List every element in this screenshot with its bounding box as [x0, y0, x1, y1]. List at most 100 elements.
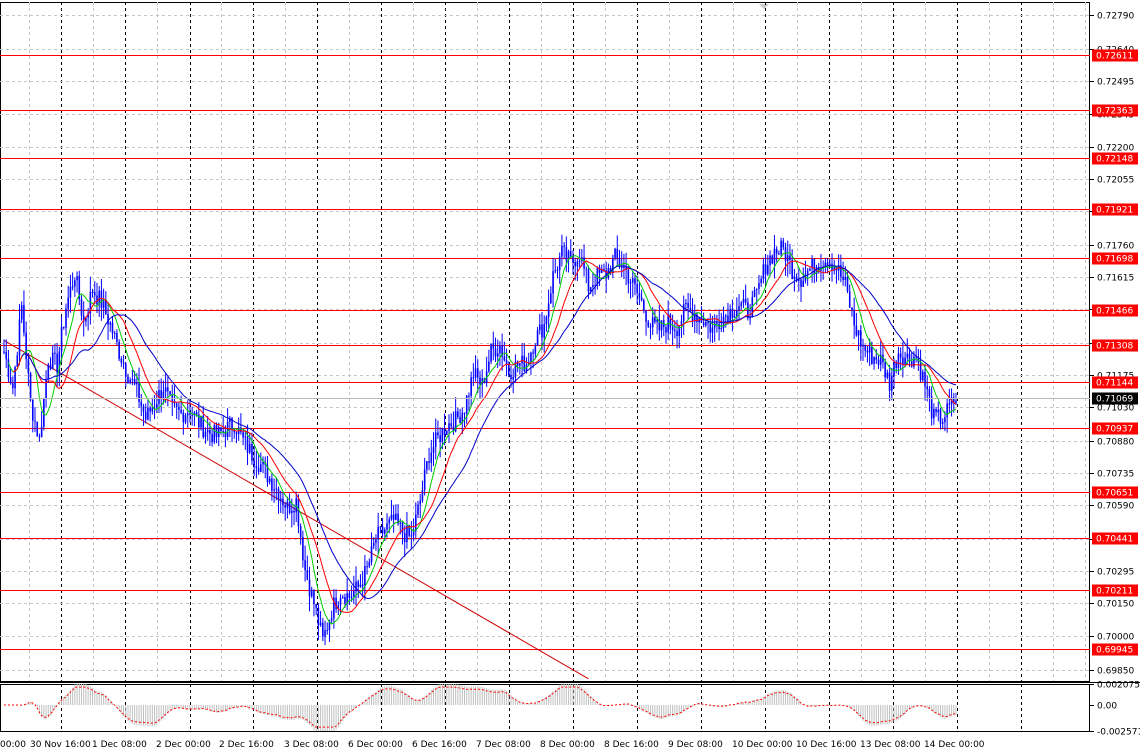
- candle-body: [127, 376, 129, 383]
- candle-body: [370, 545, 373, 562]
- candle-body: [315, 604, 317, 608]
- price-tick-label: 0.71760: [1097, 242, 1134, 252]
- candle-body: [933, 408, 935, 419]
- candle-body: [439, 435, 441, 442]
- candle-body: [552, 271, 554, 294]
- candle-body: [519, 363, 521, 366]
- candle-body: [20, 305, 23, 320]
- candle-body: [660, 320, 663, 331]
- candle-body: [140, 401, 143, 407]
- candle-body: [76, 276, 78, 281]
- candle-body: [884, 362, 886, 378]
- candle-body: [341, 596, 344, 599]
- candle-body: [60, 326, 63, 352]
- candle-body: [707, 322, 709, 324]
- candle-body: [809, 268, 811, 271]
- price-tick-label: 0.70295: [1097, 568, 1134, 578]
- candle-body: [862, 344, 864, 347]
- chart-root: 0.727900.726400.724950.723450.722000.720…: [0, 0, 1140, 754]
- candle-body: [868, 346, 871, 353]
- candle-body: [767, 265, 769, 275]
- candle-body: [490, 343, 492, 362]
- candle-body: [242, 432, 244, 438]
- candle-body: [877, 359, 880, 365]
- candle-body: [640, 297, 643, 301]
- candle-body: [948, 403, 951, 405]
- price-tick-label: 0.72055: [1097, 176, 1134, 186]
- candle-body: [29, 373, 32, 400]
- candle-body: [62, 326, 65, 328]
- candle-body: [282, 498, 284, 505]
- ma-mid-line: [12, 260, 957, 614]
- candle-body: [649, 326, 652, 328]
- candle-body: [291, 510, 293, 513]
- candle-body: [749, 317, 751, 319]
- candle-body: [634, 278, 636, 285]
- time-label: 6 Dec 00:00: [348, 740, 403, 750]
- time-label: 8 Dec 00:00: [540, 740, 595, 750]
- candle-body: [49, 364, 52, 369]
- candle-body: [3, 351, 5, 353]
- candle-body: [443, 428, 446, 435]
- candle-body: [297, 498, 300, 527]
- candle-body: [503, 356, 506, 361]
- candle-body: [131, 379, 134, 381]
- candle-body: [645, 310, 647, 322]
- candle-body: [665, 327, 667, 333]
- candle-body: [773, 248, 776, 264]
- candle-body: [419, 500, 422, 505]
- price-tick-label: 0.70880: [1097, 438, 1134, 448]
- candle-body: [381, 526, 384, 534]
- price-chart[interactable]: 0.727900.726400.724950.723450.722000.720…: [0, 0, 1140, 754]
- candle-body: [417, 504, 419, 515]
- candle-body: [38, 436, 41, 438]
- candle-body: [507, 364, 510, 375]
- candle-body: [780, 240, 782, 255]
- candle-body: [758, 283, 760, 289]
- candle-body: [556, 270, 559, 272]
- candle-body: [390, 514, 393, 520]
- level-price-label: 0.70211: [1096, 587, 1133, 597]
- time-label: 2 Dec 00:00: [156, 740, 211, 750]
- candle-body: [27, 359, 30, 374]
- time-label: 8 Dec 16:00: [604, 740, 659, 750]
- candle-body: [738, 306, 740, 311]
- candle-body: [386, 523, 388, 530]
- candle-body: [186, 413, 189, 416]
- candle-body: [377, 526, 379, 540]
- level-price-label: 0.71466: [1096, 307, 1133, 317]
- candle-body: [800, 279, 802, 287]
- oscillator-tick-label: 0.00: [1097, 702, 1117, 712]
- candle-body: [206, 429, 209, 433]
- candle-body: [724, 315, 727, 317]
- candle-body: [71, 286, 74, 288]
- candle-body: [709, 323, 712, 333]
- candle-body: [711, 327, 714, 333]
- candle-body: [904, 357, 906, 365]
- candle-body: [191, 414, 193, 416]
- time-label: 3 Dec 08:00: [284, 740, 339, 750]
- candle-body: [744, 298, 747, 303]
- candle-body: [304, 560, 306, 571]
- candle-body: [937, 409, 940, 413]
- time-label: 30 Nov 16:00: [30, 740, 91, 750]
- candle-body: [853, 309, 855, 326]
- candle-body: [530, 352, 532, 363]
- candle-body: [521, 355, 523, 364]
- time-label: 14 Dec 00:00: [924, 740, 985, 750]
- candle-body: [742, 298, 745, 304]
- candle-body: [273, 489, 275, 491]
- candle-body: [550, 293, 552, 304]
- candle-body: [277, 488, 280, 501]
- candle-body: [886, 372, 889, 378]
- candle-body: [253, 460, 255, 466]
- candle-body: [40, 426, 43, 438]
- level-price-label: 0.71698: [1096, 255, 1133, 265]
- candle-body: [401, 522, 404, 534]
- candle-body: [939, 409, 942, 424]
- candle-body: [778, 253, 780, 255]
- candle-body: [151, 407, 154, 412]
- candle-body: [388, 519, 391, 524]
- candle-body: [682, 304, 685, 322]
- candle-body: [512, 377, 515, 380]
